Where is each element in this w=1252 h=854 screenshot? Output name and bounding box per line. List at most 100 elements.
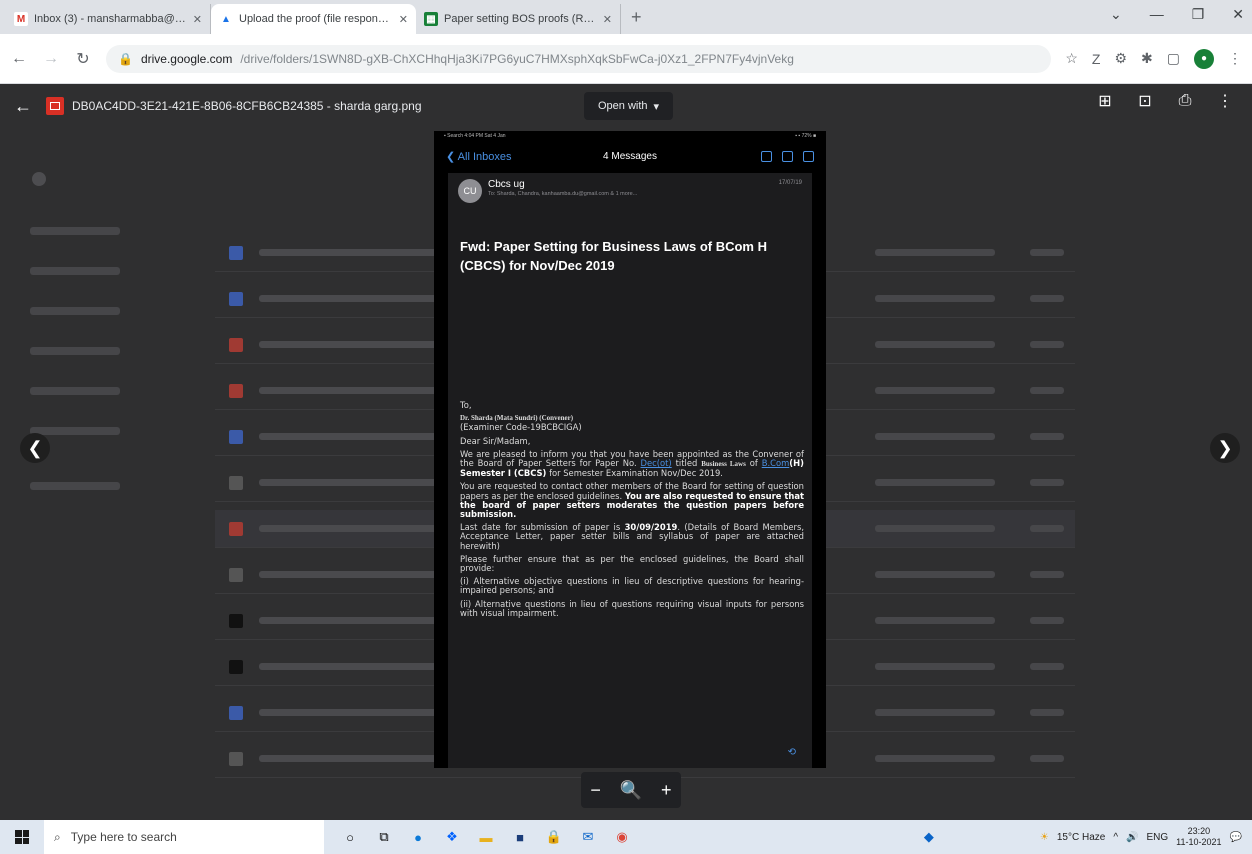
bookmark-star-icon[interactable]: ☆	[1065, 50, 1078, 67]
notifications-icon[interactable]: 💬	[1230, 832, 1242, 843]
app-tray-icon[interactable]: ◆	[924, 829, 934, 845]
close-viewer-arrow-icon[interactable]: ←	[14, 96, 32, 117]
salutation: Dear Sir/Madam,	[460, 435, 531, 446]
search-icon: ⌕	[54, 829, 61, 844]
google-sheets-icon: ▦	[424, 12, 438, 26]
mail-icon[interactable]: ✉	[578, 827, 598, 847]
status-right: ▪ ▪ 72% ■	[795, 133, 816, 139]
examiner-code: (Examiner Code-19BCBCIGA)	[460, 422, 582, 433]
volume-icon[interactable]: 🔊	[1126, 832, 1138, 843]
paragraph-contact: You are requested to contact other membe…	[460, 482, 804, 519]
more-options-icon[interactable]: ⋮	[1216, 92, 1234, 110]
lock-icon: 🔒	[118, 51, 133, 66]
paragraph-item-2: (ii) Alternative questions in lieu of qu…	[460, 598, 804, 618]
paper-link: Dec(ot)	[640, 458, 672, 469]
course-link: B.Com	[761, 458, 790, 469]
chevron-down-icon: ▾	[653, 100, 660, 113]
viewer-actions: ⊞ ⊡ ⎙ ⋮	[1096, 92, 1234, 110]
tab-drive-upload[interactable]: ▲ Upload the proof (file responses) ✕	[211, 4, 416, 34]
open-with-button[interactable]: Open with ▾	[584, 92, 674, 120]
paragraph-appointment: We are pleased to inform you that you ha…	[460, 449, 804, 479]
minimize-button[interactable]: —	[1150, 6, 1164, 23]
semester: Semester I (CBCS)	[460, 468, 547, 479]
file-name: DB0AC4DD-3E21-421E-8B06-8CFB6CB24385 - s…	[72, 99, 422, 113]
zoom-out-button[interactable]: −	[590, 780, 601, 801]
sender-header: CU Cbcs ug To: Sharda, Chandra, kanhaamb…	[448, 173, 812, 203]
text: titled	[675, 458, 698, 469]
chrome-icon[interactable]: ◉	[612, 827, 632, 847]
extension-icon[interactable]: ⚙	[1114, 50, 1127, 67]
tab-search-icon[interactable]: ⌄	[1110, 6, 1122, 23]
close-window-button[interactable]: ✕	[1232, 6, 1244, 23]
open-with-label: Open with	[598, 100, 648, 112]
text: of	[749, 458, 758, 469]
sidebar-item	[30, 427, 120, 435]
extensions-puzzle-icon[interactable]: ✱	[1141, 50, 1153, 67]
image-preview: ▪ Search 4:04 PM Sat 4 Jan ▪ ▪ 72% ■ ❮ A…	[434, 131, 826, 768]
search-placeholder: Type here to search	[70, 830, 177, 844]
add-comment-icon[interactable]: ⊡	[1136, 92, 1154, 110]
url-input[interactable]: 🔒 drive.google.com/drive/folders/1SWN8D-…	[106, 44, 1052, 73]
paragraph-deadline: Last date for submission of paper is 30/…	[460, 523, 804, 551]
next-file-button[interactable]: ❯	[1210, 433, 1240, 463]
store-icon[interactable]: 🔒	[544, 827, 564, 847]
profile-avatar[interactable]: ●	[1194, 48, 1214, 69]
url-host: drive.google.com	[140, 51, 233, 66]
add-to-drive-icon[interactable]: ⊞	[1096, 92, 1114, 110]
sidebar-item	[30, 227, 120, 235]
gmail-icon: M	[14, 12, 28, 26]
weather-icon: ☀	[1039, 831, 1049, 843]
url-path: /drive/folders/1SWN8D-gXB-ChXCHhqHja3Ki7…	[240, 51, 794, 66]
zoom-search-icon[interactable]: 🔍	[620, 780, 642, 801]
print-icon[interactable]: ⎙	[1176, 92, 1194, 110]
zoom-in-button[interactable]: +	[661, 780, 672, 801]
chevron-right-icon: ❯	[1217, 437, 1233, 458]
mail-subject: Fwd: Paper Setting for Business Laws of …	[460, 239, 767, 273]
flag-icon	[761, 150, 772, 162]
restore-button[interactable]: ❐	[1192, 6, 1205, 23]
language-indicator[interactable]: ENG	[1147, 832, 1169, 843]
close-tab-icon[interactable]: ✕	[399, 13, 408, 26]
reload-button[interactable]: ↻	[74, 49, 92, 69]
sidebar-item	[30, 387, 120, 395]
status-left: ▪ Search 4:04 PM Sat 4 Jan	[444, 133, 506, 139]
time: 23:20	[1187, 826, 1211, 836]
sender-avatar: CU	[458, 179, 482, 203]
extension-z-icon[interactable]: Z	[1092, 51, 1101, 67]
reading-list-icon[interactable]: ▢	[1167, 50, 1180, 67]
forward-button[interactable]: →	[42, 50, 60, 68]
image-file-icon	[46, 97, 64, 115]
chevron-up-icon[interactable]: ^	[1113, 832, 1118, 843]
file-explorer-icon[interactable]: ▬	[476, 827, 496, 847]
tab-title: Inbox (3) - mansharmabba@mi...	[34, 13, 187, 25]
previous-file-button[interactable]: ❮	[20, 433, 50, 463]
edge-browser-icon[interactable]: ●	[408, 827, 428, 847]
extension-toolbar: ☆ Z ⚙ ✱ ▢ ● ⋮	[1065, 48, 1242, 69]
reply-icon: ⟲	[787, 747, 796, 758]
browser-menu-icon[interactable]: ⋮	[1228, 50, 1242, 67]
cortana-icon[interactable]: ○	[340, 827, 360, 847]
windows-taskbar: ⌕ Type here to search ○ ⧉ ● ❖ ▬ ■ 🔒 ✉ ◉ …	[0, 820, 1252, 854]
back-button[interactable]: ←	[10, 50, 28, 68]
tab-gmail-inbox[interactable]: M Inbox (3) - mansharmabba@mi... ✕	[6, 4, 211, 34]
taskbar-search-input[interactable]: ⌕ Type here to search	[44, 820, 324, 854]
phone-status-bar: ▪ Search 4:04 PM Sat 4 Jan ▪ ▪ 72% ■	[434, 131, 826, 141]
new-button	[32, 172, 46, 186]
sidebar-item	[30, 267, 120, 275]
task-view-icon[interactable]: ⧉	[374, 827, 394, 847]
dropbox-icon[interactable]: ❖	[442, 827, 462, 847]
close-tab-icon[interactable]: ✕	[193, 13, 202, 26]
app-icon[interactable]: ■	[510, 827, 530, 847]
mail-body: To, Dr. Sharda (Mata Sundri) (Convener) …	[460, 400, 804, 622]
tab-sheets-responses[interactable]: ▦ Paper setting BOS proofs (Respo... ✕	[416, 4, 621, 34]
clock[interactable]: 23:20 11-10-2021	[1176, 826, 1221, 848]
start-button[interactable]	[0, 830, 44, 844]
tab-title: Paper setting BOS proofs (Respo...	[444, 13, 597, 25]
close-tab-icon[interactable]: ✕	[603, 13, 612, 26]
new-tab-button[interactable]: +	[621, 7, 652, 34]
weather-text[interactable]: 15°C Haze	[1057, 832, 1105, 843]
folder-icon	[782, 150, 793, 162]
recipients: To: Sharda, Chandra, kanhaamba.du@gmail.…	[488, 191, 638, 197]
sidebar-item	[30, 347, 120, 355]
mail-date: 17/07/19	[778, 180, 802, 186]
